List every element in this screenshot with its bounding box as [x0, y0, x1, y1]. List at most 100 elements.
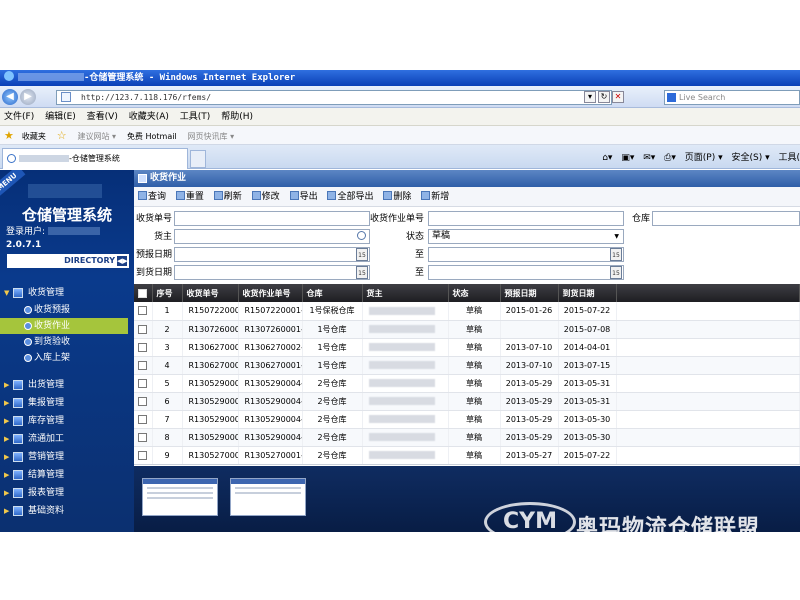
arrival-date-to[interactable]: 15 — [428, 265, 624, 280]
row-checkbox-box[interactable] — [138, 378, 148, 388]
menu-view[interactable]: 查看(V) — [83, 108, 122, 126]
add-button[interactable]: 新增 — [417, 187, 452, 207]
col-receipt-no[interactable]: 收货单号 — [182, 284, 239, 302]
nav-item-receipt-forecast[interactable]: 收货预报 — [0, 302, 134, 318]
status-select[interactable]: 草稿 ▼ — [428, 229, 624, 244]
nav-group-shipping[interactable]: ▶ 出货管理 — [0, 376, 134, 394]
row-checkbox-box[interactable] — [138, 432, 148, 442]
table-row[interactable]: 6R1305290004R1305290004-052号仓库草稿2013-05-… — [134, 392, 800, 411]
favorites-star-icon[interactable]: ★ — [0, 126, 18, 145]
reset-button[interactable]: 重置 — [172, 187, 207, 207]
home-icon[interactable]: ⌂▾ — [602, 153, 612, 163]
col-operation-no[interactable]: 收货作业单号 — [238, 284, 303, 302]
arrival-date-from[interactable]: 15 — [174, 265, 370, 280]
row-checkbox-box[interactable] — [138, 324, 148, 334]
cmd-page[interactable]: 页面(P) ▾ — [685, 153, 723, 163]
calendar-icon[interactable]: 15 — [356, 266, 368, 279]
col-seq[interactable]: 序号 — [152, 284, 183, 302]
browser-tab[interactable]: -仓储管理系统 — [2, 148, 188, 169]
refresh-button[interactable]: 刷新 — [210, 187, 245, 207]
nav-group-basic-data[interactable]: ▶ 基础资料 — [0, 502, 134, 520]
row-checkbox-box[interactable] — [138, 396, 148, 406]
table-row[interactable]: 4R1306270001R1306270001-011号仓库草稿2013-07-… — [134, 356, 800, 375]
nav-item-putaway[interactable]: 入库上架 — [0, 350, 134, 366]
nav-group-processing[interactable]: ▶ 流通加工 — [0, 430, 134, 448]
nav-item-receipt-operation[interactable]: 收货作业 — [0, 318, 128, 334]
nav-group-marketing[interactable]: ▶ 营销管理 — [0, 448, 134, 466]
nav-group-reports[interactable]: ▶ 报表管理 — [0, 484, 134, 502]
feeds-icon[interactable]: ▣▾ — [621, 153, 634, 163]
menu-edit[interactable]: 编辑(E) — [41, 108, 80, 126]
nav-group-collection[interactable]: ▶ 集报管理 — [0, 394, 134, 412]
panel-title: 收货作业 — [150, 173, 187, 183]
refresh-icon[interactable]: ↻ — [598, 91, 610, 103]
col-owner[interactable]: 货主 — [362, 284, 449, 302]
nav-group-inventory[interactable]: ▶ 库存管理 — [0, 412, 134, 430]
forecast-date-from[interactable]: 15 — [174, 247, 370, 262]
thumbnail-2[interactable] — [230, 478, 306, 516]
menu-help[interactable]: 帮助(H) — [217, 108, 257, 126]
edit-button[interactable]: 修改 — [248, 187, 283, 207]
menu-file[interactable]: 文件(F) — [0, 108, 38, 126]
export-icon — [289, 191, 299, 200]
url-input[interactable]: http://123.7.118.176/rfems/ — [56, 90, 612, 105]
new-tab-button[interactable] — [190, 150, 206, 168]
warehouse-input[interactable] — [652, 211, 800, 226]
row-checkbox — [134, 302, 153, 321]
query-button[interactable]: 查询 — [134, 187, 169, 207]
menu-tools[interactable]: 工具(T) — [176, 108, 215, 126]
fav-hotmail[interactable]: 免费 Hotmail — [123, 127, 181, 146]
col-arrival-date[interactable]: 到货日期 — [558, 284, 617, 302]
menu-ribbon[interactable]: MENU — [0, 170, 26, 199]
delete-button[interactable]: 删除 — [379, 187, 414, 207]
table-row[interactable]: 5R1305290004R1305290004-062号仓库草稿2013-05-… — [134, 374, 800, 393]
col-forecast-date[interactable]: 预报日期 — [500, 284, 559, 302]
nav-group-settlement[interactable]: ▶ 结算管理 — [0, 466, 134, 484]
add-favorite-icon[interactable]: ☆ — [53, 126, 71, 145]
row-checkbox-box[interactable] — [138, 414, 148, 424]
fav-suggested-sites[interactable]: 建议网站 ▾ — [74, 127, 121, 146]
cell-arrival-date: 2013-05-31 — [558, 392, 617, 411]
address-actions: ▾ ↻ ✕ — [584, 91, 626, 103]
mail-icon[interactable]: ✉▾ — [643, 153, 655, 163]
calendar-icon[interactable]: 15 — [610, 266, 622, 279]
calendar-icon[interactable]: 15 — [610, 248, 622, 261]
select-all-checkbox[interactable] — [134, 284, 153, 302]
cmd-safety[interactable]: 安全(S) ▾ — [731, 153, 769, 163]
col-status[interactable]: 状态 — [448, 284, 501, 302]
export-all-button[interactable]: 全部导出 — [323, 187, 376, 207]
export-button[interactable]: 导出 — [286, 187, 321, 207]
favorites-button[interactable]: 收藏夹 — [18, 127, 50, 146]
search-icon[interactable] — [357, 231, 366, 240]
forecast-date-to[interactable]: 15 — [428, 247, 624, 262]
table-row[interactable]: 2R1307260001R1307260001-011号仓库 草稿 2015-07-… — [134, 320, 800, 339]
calendar-icon[interactable]: 15 — [356, 248, 368, 261]
stop-icon[interactable]: ✕ — [612, 91, 624, 103]
menu-favorites[interactable]: 收藏夹(A) — [125, 108, 173, 126]
row-checkbox-box[interactable] — [138, 342, 148, 352]
nav-item-arrival-inspection[interactable]: 到货验收 — [0, 334, 134, 350]
back-button[interactable]: ◀ — [2, 89, 18, 105]
receipt-no-input[interactable] — [174, 211, 370, 226]
row-checkbox-box[interactable] — [138, 450, 148, 460]
table-row[interactable]: 7R1305290004R1305290004-042号仓库草稿2013-05-… — [134, 410, 800, 429]
folder-icon — [13, 288, 23, 298]
directory-toggle[interactable]: DIRECTORY ◀▶ — [7, 254, 129, 268]
col-warehouse[interactable]: 仓库 — [302, 284, 363, 302]
table-row[interactable]: 1R1507220001R1507220001-011号保税仓库草稿2015-0… — [134, 302, 800, 321]
compat-icon[interactable]: ▾ — [584, 91, 596, 103]
forward-button[interactable]: ▶ — [20, 89, 36, 105]
operation-no-input[interactable] — [428, 211, 624, 226]
thumbnail-1[interactable] — [142, 478, 218, 516]
nav-group-receiving[interactable]: ▼ 收货管理 — [0, 284, 134, 302]
fav-web-slices[interactable]: 网页快讯库 ▾ — [184, 127, 239, 146]
table-row[interactable]: 8R1305290004R1305290004-032号仓库草稿2013-05-… — [134, 428, 800, 447]
row-checkbox-box[interactable] — [138, 306, 148, 316]
table-row[interactable]: 9R1305270001R1305270001-062号仓库 草稿2013-05-… — [134, 446, 800, 464]
live-search-input[interactable]: Live Search — [664, 90, 800, 105]
owner-input[interactable] — [174, 229, 370, 244]
print-icon[interactable]: ⎙▾ — [664, 153, 676, 163]
cmd-tools[interactable]: 工具( — [778, 153, 800, 163]
row-checkbox-box[interactable] — [138, 360, 148, 370]
table-row[interactable]: 3R1306270002R1306270002-011号仓库 草稿2013-07-… — [134, 338, 800, 357]
